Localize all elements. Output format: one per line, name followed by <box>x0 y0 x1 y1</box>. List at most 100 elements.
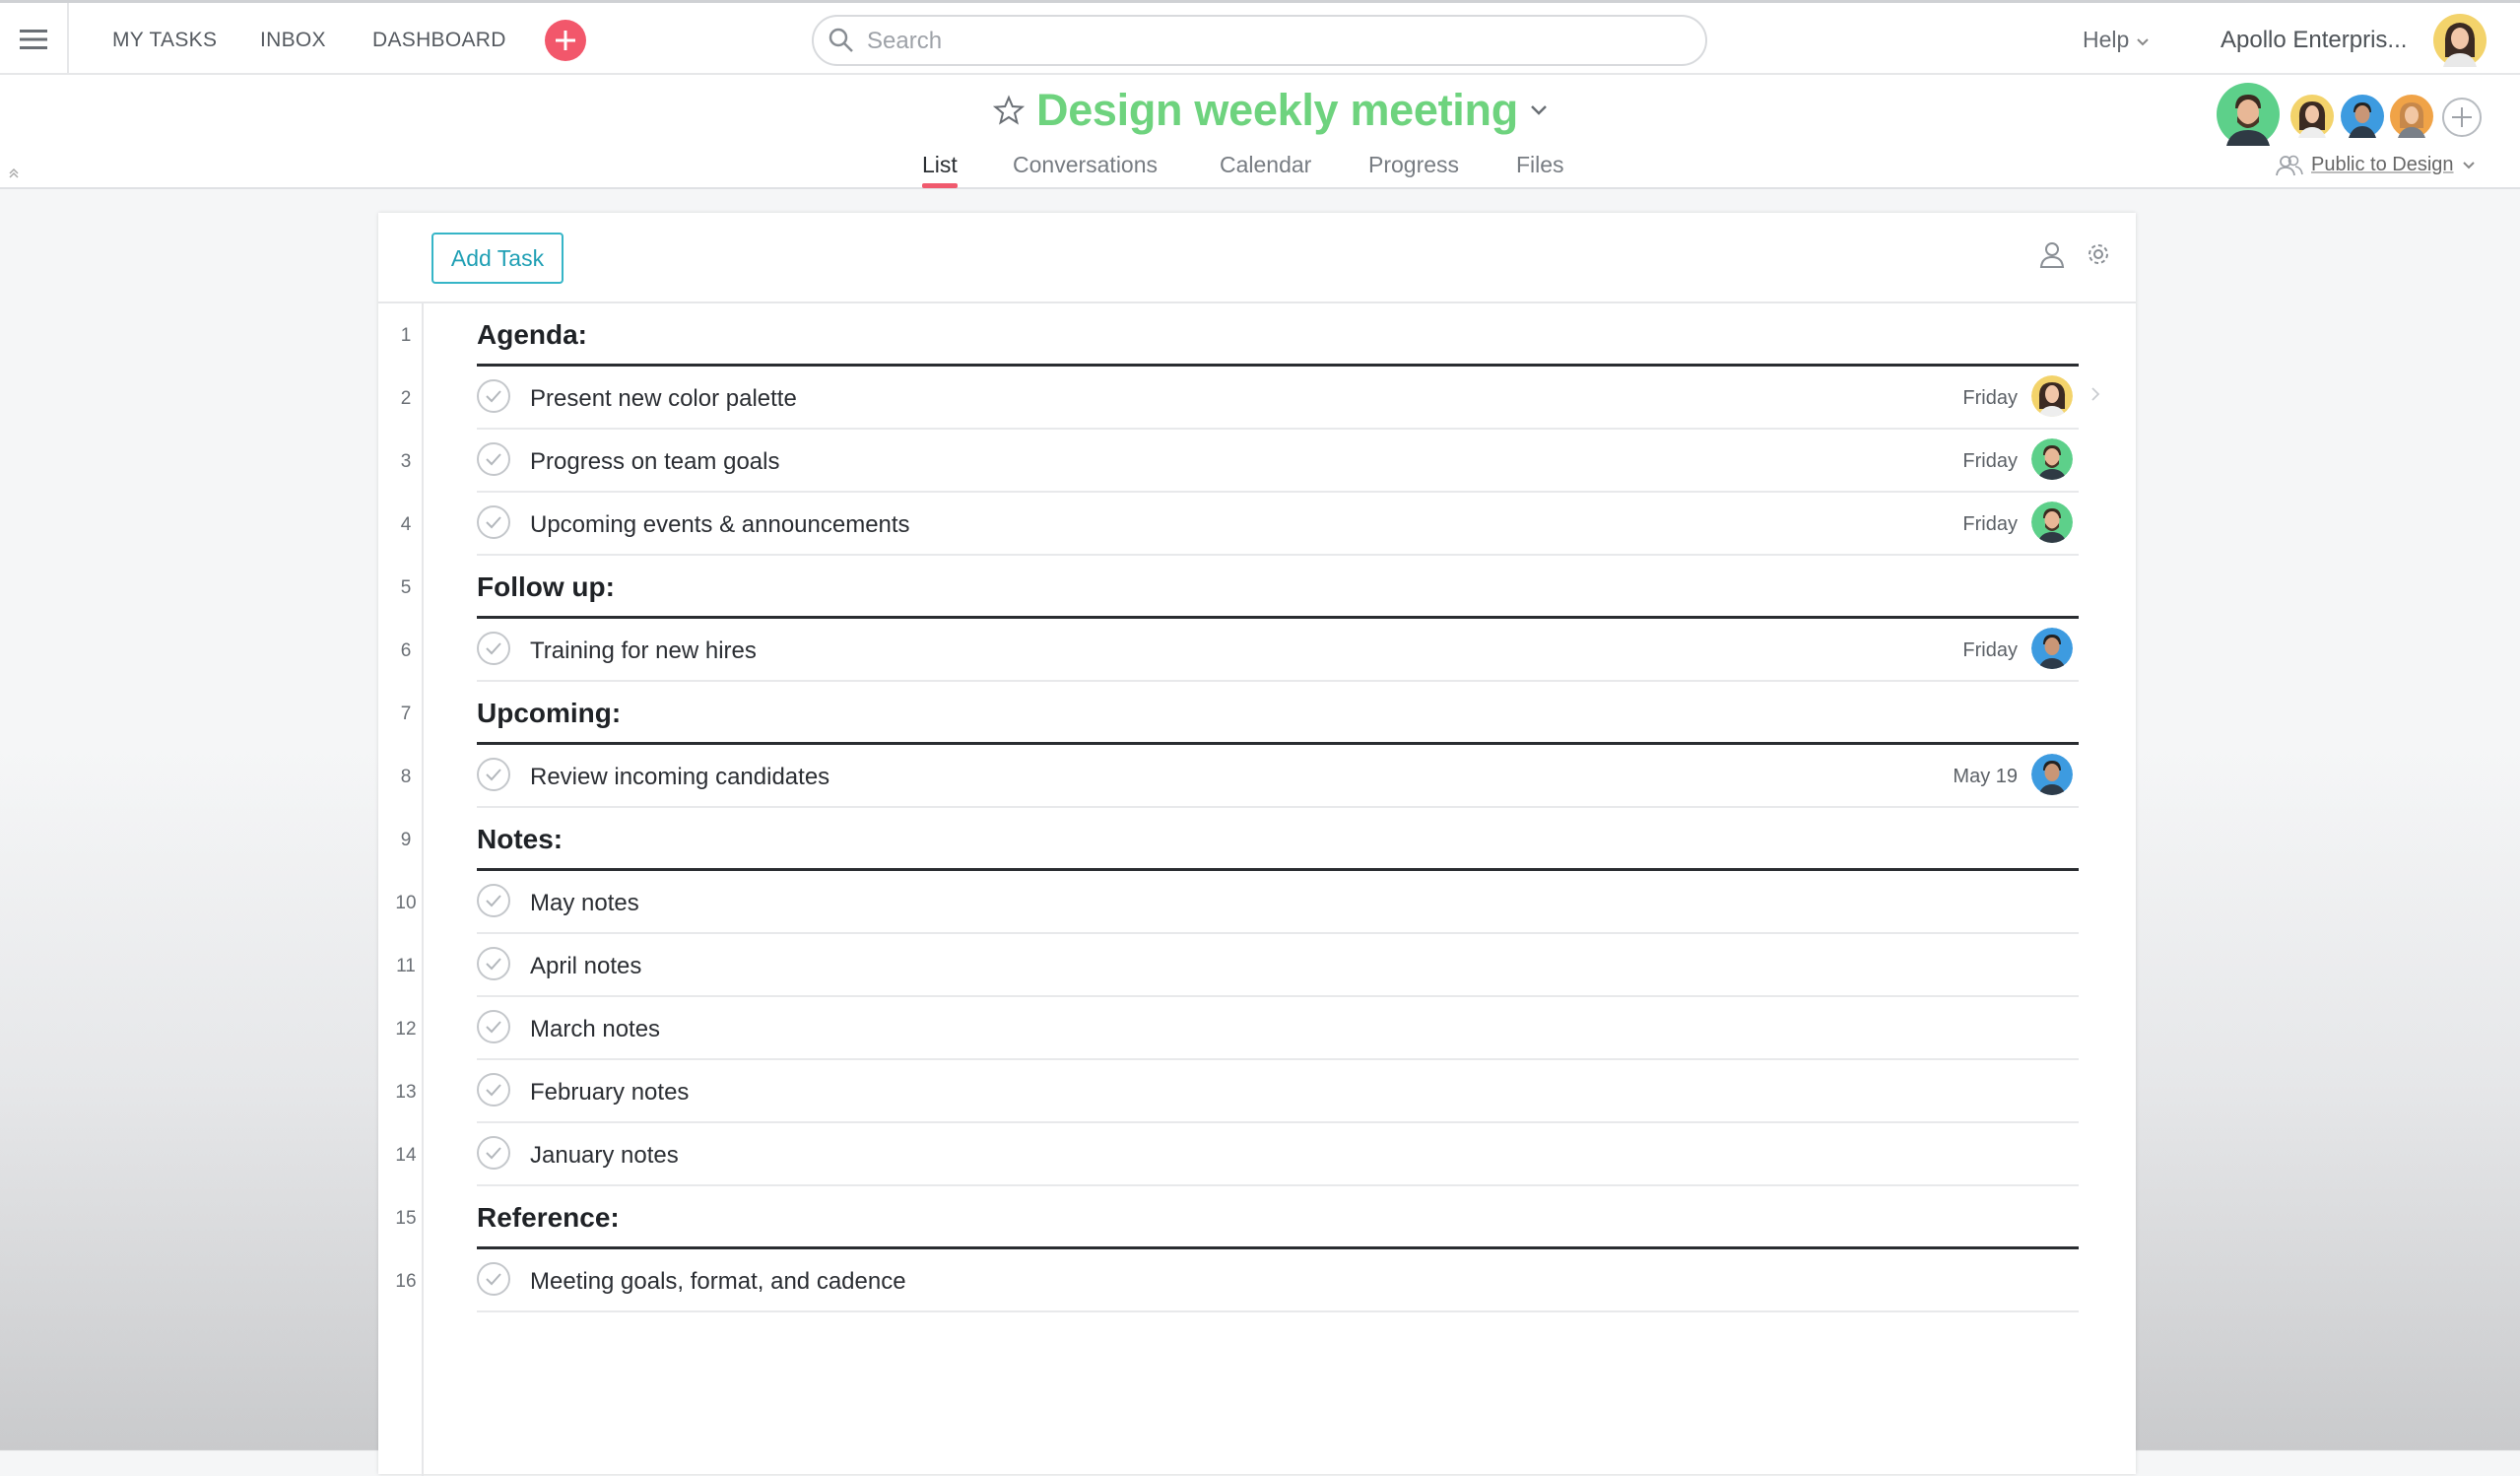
search-bar[interactable] <box>812 15 1707 66</box>
section-header[interactable]: Upcoming: <box>477 682 2079 745</box>
section-row[interactable]: 9 Notes: <box>378 808 2136 871</box>
task-name[interactable]: Present new color palette <box>530 385 797 413</box>
tab-list[interactable]: List <box>922 152 958 188</box>
org-switcher[interactable]: Apollo Enterpris... <box>2221 27 2407 54</box>
complete-checkbox[interactable] <box>477 1010 510 1043</box>
task-row[interactable]: 13 February notes <box>378 1060 2136 1123</box>
section-header[interactable]: Agenda: <box>477 303 2079 367</box>
member-avatar[interactable] <box>2290 95 2334 138</box>
task-row[interactable]: 16 Meeting goals, format, and cadence <box>378 1249 2136 1312</box>
task-name[interactable]: May notes <box>530 890 639 917</box>
task-name[interactable]: Training for new hires <box>530 637 757 665</box>
task-name[interactable]: February notes <box>530 1079 689 1107</box>
task-item[interactable]: May notes <box>477 871 2079 934</box>
section-row[interactable]: 5 Follow up: <box>378 556 2136 619</box>
section-row[interactable]: 7 Upcoming: <box>378 682 2136 745</box>
task-row[interactable]: 14 January notes <box>378 1123 2136 1186</box>
nav-dashboard[interactable]: DASHBOARD <box>372 29 506 52</box>
complete-checkbox[interactable] <box>477 947 510 980</box>
complete-checkbox[interactable] <box>477 505 510 539</box>
due-date[interactable]: Friday <box>1962 513 2018 536</box>
tab-conversations[interactable]: Conversations <box>1013 152 1158 178</box>
nav-my-tasks[interactable]: MY TASKS <box>112 29 217 52</box>
tab-files[interactable]: Files <box>1516 152 1564 178</box>
task-item[interactable]: March notes <box>477 997 2079 1060</box>
member-avatar[interactable] <box>2341 95 2384 138</box>
task-item[interactable]: Progress on team goals Friday <box>477 430 2079 493</box>
task-item[interactable]: Review incoming candidates May 19 <box>477 745 2079 808</box>
task-name[interactable]: Meeting goals, format, and cadence <box>530 1268 906 1296</box>
task-item[interactable]: Present new color palette Friday <box>477 367 2100 430</box>
row-number: 1 <box>400 325 412 346</box>
add-member-icon[interactable] <box>2441 97 2483 138</box>
due-date[interactable]: Friday <box>1962 387 2018 410</box>
task-name[interactable]: January notes <box>530 1142 679 1170</box>
star-icon[interactable] <box>993 95 1025 126</box>
task-item[interactable]: February notes <box>477 1060 2079 1123</box>
task-row[interactable]: 10 May notes <box>378 871 2136 934</box>
quick-add-button[interactable] <box>545 20 586 61</box>
task-item[interactable]: April notes <box>477 934 2079 997</box>
assignee-avatar[interactable] <box>2031 628 2073 669</box>
member-avatar[interactable] <box>2217 83 2280 146</box>
task-row[interactable]: 12 March notes <box>378 997 2136 1060</box>
member-avatar[interactable] <box>2390 95 2433 138</box>
menu-icon[interactable] <box>0 3 69 75</box>
task-row[interactable]: 3 Progress on team goals Friday <box>378 430 2136 493</box>
assignee-avatar[interactable] <box>2031 438 2073 480</box>
task-row[interactable]: 8 Review incoming candidates May 19 <box>378 745 2136 808</box>
section-row[interactable]: 15 Reference: <box>378 1186 2136 1249</box>
section-title[interactable]: Upcoming: <box>477 698 621 729</box>
task-row[interactable]: 6 Training for new hires Friday <box>378 619 2136 682</box>
task-row[interactable]: 11 April notes <box>378 934 2136 997</box>
section-header[interactable]: Notes: <box>477 808 2079 871</box>
complete-checkbox[interactable] <box>477 1262 510 1296</box>
task-name[interactable]: Upcoming events & announcements <box>530 511 910 539</box>
task-name[interactable]: Progress on team goals <box>530 448 779 476</box>
complete-checkbox[interactable] <box>477 1136 510 1170</box>
help-menu[interactable]: Help <box>2083 27 2150 53</box>
assignee-avatar[interactable] <box>2031 754 2073 795</box>
task-item[interactable]: Meeting goals, format, and cadence <box>477 1249 2079 1312</box>
section-title[interactable]: Follow up: <box>477 571 615 603</box>
section-title[interactable]: Notes: <box>477 824 563 855</box>
person-icon[interactable] <box>2039 240 2065 268</box>
task-name[interactable]: March notes <box>530 1016 660 1043</box>
task-name[interactable]: Review incoming candidates <box>530 764 829 791</box>
chevron-right-icon[interactable] <box>2090 386 2100 407</box>
due-date[interactable]: Friday <box>1962 450 2018 473</box>
due-date[interactable]: Friday <box>1962 639 2018 662</box>
section-row[interactable]: 1 Agenda: <box>378 303 2136 367</box>
task-item[interactable]: Upcoming events & announcements Friday <box>477 493 2079 556</box>
section-header[interactable]: Follow up: <box>477 556 2079 619</box>
section-title[interactable]: Reference: <box>477 1202 620 1234</box>
task-row[interactable]: 2 Present new color palette Friday <box>378 367 2136 430</box>
complete-checkbox[interactable] <box>477 442 510 476</box>
project-title-group[interactable]: Design weekly meeting <box>993 85 1548 136</box>
privacy-setting[interactable]: Public to Design <box>2276 154 2476 176</box>
section-title[interactable]: Agenda: <box>477 319 587 351</box>
collapse-header-icon[interactable] <box>8 168 20 179</box>
chevron-down-icon[interactable] <box>1530 104 1548 116</box>
complete-checkbox[interactable] <box>477 1073 510 1107</box>
due-date[interactable]: May 19 <box>1953 766 2018 788</box>
assignee-avatar[interactable] <box>2031 375 2073 417</box>
tab-calendar[interactable]: Calendar <box>1220 152 1311 178</box>
search-input[interactable] <box>865 24 1677 59</box>
complete-checkbox[interactable] <box>477 379 510 413</box>
complete-checkbox[interactable] <box>477 884 510 917</box>
task-item[interactable]: January notes <box>477 1123 2079 1186</box>
task-row[interactable]: 4 Upcoming events & announcements Friday <box>378 493 2136 556</box>
section-header[interactable]: Reference: <box>477 1186 2079 1249</box>
check-icon <box>486 453 501 466</box>
user-avatar[interactable] <box>2433 14 2487 67</box>
tab-progress[interactable]: Progress <box>1368 152 1459 178</box>
add-task-button[interactable]: Add Task <box>431 233 564 284</box>
gear-icon[interactable] <box>2085 240 2112 268</box>
task-item[interactable]: Training for new hires Friday <box>477 619 2079 682</box>
assignee-avatar[interactable] <box>2031 502 2073 543</box>
complete-checkbox[interactable] <box>477 632 510 665</box>
nav-inbox[interactable]: INBOX <box>260 29 326 52</box>
complete-checkbox[interactable] <box>477 758 510 791</box>
task-name[interactable]: April notes <box>530 953 641 980</box>
